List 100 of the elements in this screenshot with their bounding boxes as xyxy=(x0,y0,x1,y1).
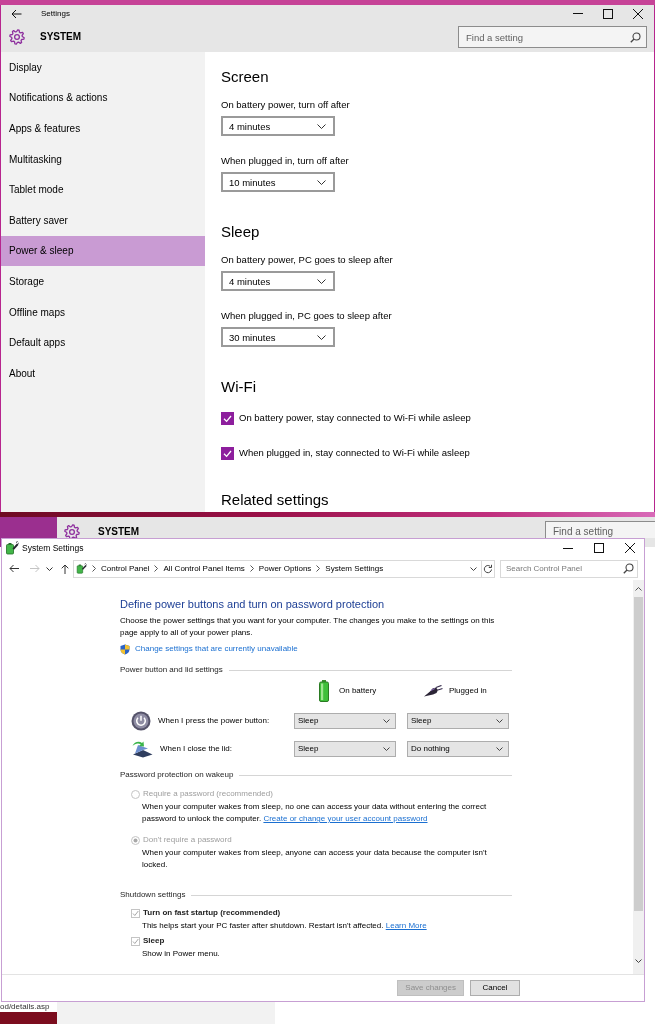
checkbox-label: Sleep xyxy=(143,935,165,947)
battery-plug-icon xyxy=(76,563,87,574)
setting-label: On battery power, PC goes to sleep after xyxy=(221,254,394,266)
dropdown[interactable]: 30 minutes xyxy=(221,327,335,347)
minimize-icon[interactable] xyxy=(563,547,573,549)
sidebar-item[interactable]: Battery saver xyxy=(1,204,205,236)
shield-icon xyxy=(120,643,130,655)
desktop-background xyxy=(0,1012,57,1024)
sidebar-item[interactable]: Display xyxy=(1,52,205,83)
sidebar-item[interactable]: Notifications & actions xyxy=(1,82,205,114)
cancel-button[interactable]: Cancel xyxy=(470,980,520,996)
option-description: When your computer wakes from sleep, anyone can access your data because the computer isn't locked. xyxy=(141,847,488,871)
chevron-down-icon xyxy=(317,123,326,129)
section-heading: Screen xyxy=(221,67,270,87)
chevron-down-icon[interactable] xyxy=(635,959,642,963)
section-title: Shutdown settings xyxy=(120,889,186,901)
checkbox-label: On battery power, stay connected to Wi-Fi while asleep xyxy=(239,412,471,424)
checkbox[interactable] xyxy=(221,446,234,460)
battery-icon xyxy=(319,680,329,702)
row-label: When I close the lid: xyxy=(160,743,233,755)
chevron-down-icon xyxy=(383,747,390,751)
checkbox-label: When plugged in, stay connected to Wi-Fi while asleep xyxy=(239,447,470,459)
battery-plug-icon xyxy=(5,541,19,555)
setting-label: When plugged in, PC goes to sleep after xyxy=(221,310,393,322)
chevron-right-icon xyxy=(92,565,96,572)
laptop-icon xyxy=(131,740,153,758)
option-description: Show in Power menu. xyxy=(141,948,221,960)
dropdown[interactable]: Sleep xyxy=(407,712,509,729)
sidebar-item[interactable]: Default apps xyxy=(1,327,205,358)
breadcrumb-item[interactable]: Power Options xyxy=(258,562,312,575)
section-title: Password protection on wakeup xyxy=(120,769,234,781)
chevron-down-icon xyxy=(496,718,503,723)
maximize-icon[interactable] xyxy=(603,8,613,19)
window-title: Settings xyxy=(41,8,70,19)
setting-label: When plugged in, turn off after xyxy=(221,155,350,167)
section-title: SYSTEM xyxy=(40,31,82,43)
section-heading: Sleep xyxy=(221,222,261,242)
dropdown[interactable]: Do nothing xyxy=(407,741,509,757)
dropdown[interactable]: 4 minutes xyxy=(221,271,335,291)
breadcrumb-item[interactable]: Control Panel xyxy=(101,562,150,575)
sidebar-item[interactable]: Power & sleep xyxy=(1,235,205,267)
gear-icon xyxy=(64,524,80,540)
option-description: When your computer wakes from sleep, no one can access your data without entering the correct password to unlock the computer. Create or change your user account password xyxy=(141,801,488,825)
chevron-down-icon xyxy=(317,179,326,185)
up-arrow-icon[interactable] xyxy=(61,563,69,574)
chevron-down-icon xyxy=(317,334,326,340)
sidebar-item[interactable]: Apps & features xyxy=(1,113,205,144)
dropdown[interactable]: 4 minutes xyxy=(221,116,335,136)
section-title: Power button and lid settings xyxy=(120,664,223,676)
sidebar-item[interactable]: About xyxy=(1,357,205,389)
page-address-text: od/details.asp xyxy=(0,1002,50,1012)
option-description: This helps start your PC faster after shutdown. Restart isn't affected. Learn More xyxy=(141,920,428,932)
section-heading: Related settings xyxy=(221,490,330,510)
sidebar-item[interactable]: Storage xyxy=(1,266,205,297)
sidebar-item[interactable]: Offline maps xyxy=(1,296,205,328)
scrollbar-thumb[interactable] xyxy=(634,597,643,911)
search-icon[interactable] xyxy=(623,563,634,574)
dropdown[interactable]: Sleep xyxy=(294,712,396,729)
back-arrow-icon[interactable] xyxy=(9,564,19,573)
chevron-right-icon xyxy=(249,565,254,572)
page-heading: Define power buttons and turn on password protection xyxy=(120,597,386,611)
link[interactable]: Change settings that are currently unavailable xyxy=(135,643,298,655)
chevron-down-icon[interactable] xyxy=(46,566,53,571)
search-icon[interactable] xyxy=(630,31,641,43)
refresh-icon xyxy=(483,563,493,574)
breadcrumb-item[interactable]: All Control Panel Items xyxy=(163,562,245,575)
chevron-up-icon[interactable] xyxy=(635,587,642,591)
radio-label: Don't require a password xyxy=(143,834,232,846)
back-arrow-icon[interactable] xyxy=(11,8,22,19)
search-field[interactable]: Find a setting xyxy=(458,26,647,48)
close-icon[interactable] xyxy=(625,543,635,553)
chevron-down-icon xyxy=(496,747,503,751)
breadcrumb-item[interactable]: System Settings xyxy=(325,562,384,575)
section-heading: Wi-Fi xyxy=(221,377,257,397)
checkbox-label: Turn on fast startup (recommended) xyxy=(143,907,281,919)
plug-icon xyxy=(423,685,443,697)
chevron-down-icon xyxy=(317,278,326,284)
radio-label: Require a password (recommended) xyxy=(143,788,273,800)
setting-label: On battery power, turn off after xyxy=(221,99,351,111)
address-bar[interactable]: Control Panel All Control Panel Items Power Options System Settings xyxy=(73,559,482,578)
search-field[interactable]: Find a setting xyxy=(545,521,655,538)
chevron-down-icon xyxy=(383,718,390,723)
gear-icon xyxy=(9,29,25,45)
checkbox[interactable] xyxy=(221,411,234,425)
chevron-right-icon xyxy=(316,565,321,572)
power-icon xyxy=(131,710,151,731)
dropdown[interactable]: 10 minutes xyxy=(221,172,335,192)
chevron-down-icon[interactable] xyxy=(470,566,477,571)
intro-text: Choose the power settings that you want for your computer. The changes you make to the settings on this page apply to all of your power plans. xyxy=(120,615,496,639)
row-label: When I press the power button: xyxy=(158,714,270,727)
window-title: System Settings xyxy=(22,542,84,554)
chevron-right-icon xyxy=(154,565,159,572)
dropdown[interactable]: Sleep xyxy=(294,741,396,757)
sidebar-item[interactable]: Tablet mode xyxy=(1,174,205,205)
column-header: On battery xyxy=(339,685,377,697)
sidebar-item[interactable]: Multitasking xyxy=(1,143,205,175)
refresh-button[interactable] xyxy=(482,559,495,578)
section-title: SYSTEM xyxy=(98,526,140,538)
maximize-icon[interactable] xyxy=(594,543,604,553)
close-icon[interactable] xyxy=(633,8,643,19)
